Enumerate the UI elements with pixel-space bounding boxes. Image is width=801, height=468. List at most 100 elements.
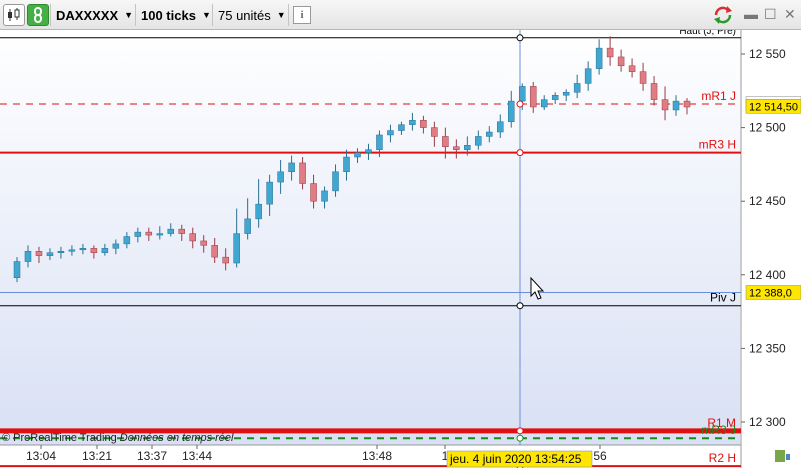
candle-body — [497, 121, 504, 133]
candlestick-icon — [8, 8, 20, 21]
chain-link-icon — [34, 7, 42, 23]
candle-body — [310, 183, 317, 202]
info-button[interactable]: i — [293, 3, 311, 27]
candle-body — [35, 250, 43, 256]
footer: © ProRealTime Trading Données en temps r… — [2, 432, 233, 444]
crosshair-marker — [516, 149, 524, 157]
candlestick-mode-button[interactable] — [3, 3, 25, 27]
candle-body — [233, 233, 240, 264]
candle-body — [189, 233, 196, 242]
minimize-icon: ▬ — [744, 6, 758, 22]
candle-body — [13, 261, 21, 278]
crosshair-marker — [516, 427, 524, 435]
settings-icon — [775, 450, 790, 462]
candle-body — [57, 250, 65, 253]
candle-body — [398, 124, 405, 131]
realtime-label: Données en temps réel — [119, 432, 234, 444]
candle-body — [420, 119, 427, 128]
candle-body — [68, 249, 76, 252]
link-chain-button[interactable] — [27, 3, 49, 27]
candle-body — [508, 100, 515, 122]
toolbar-separator — [135, 4, 136, 26]
candle-body — [178, 228, 186, 234]
toolbar-separator — [50, 4, 51, 26]
interval-label: 100 ticks — [141, 7, 196, 23]
pivot-level-label: Haut (J, Pré) — [679, 30, 736, 37]
crosshair-marker — [516, 34, 524, 42]
candle-body — [255, 203, 262, 220]
info-icon: i — [293, 6, 311, 24]
units-label: 75 unités — [218, 7, 271, 23]
candle-body — [167, 228, 175, 234]
candle-body — [145, 231, 153, 236]
refresh-icon — [714, 6, 732, 24]
instrument-selector[interactable]: DAXXXXX ▼ — [52, 3, 135, 27]
candle-body — [540, 99, 548, 108]
toolbar: DAXXXXX ▼ 100 ticks ▼ 75 unités ▼ i ▬ ☐ … — [0, 0, 801, 30]
candle-body — [486, 131, 493, 137]
minimize-button[interactable]: ▬ — [744, 6, 758, 22]
candle-body — [431, 127, 438, 137]
candle-body — [453, 146, 460, 150]
price-tick-label: 12 500 — [749, 121, 786, 135]
candle-body — [222, 256, 229, 264]
candle-body — [562, 92, 570, 96]
chevron-down-icon: ▼ — [124, 10, 134, 20]
candle-body — [628, 65, 636, 72]
candle-body — [464, 145, 471, 150]
candle-body — [606, 47, 614, 58]
candle-body — [639, 71, 647, 84]
candle-body — [551, 94, 559, 100]
instrument-label: DAXXXXX — [56, 7, 119, 23]
time-tick-label: 56 — [593, 449, 607, 463]
candle-body — [24, 250, 32, 262]
interval-selector[interactable]: 100 ticks ▼ — [137, 3, 212, 27]
candle-body — [595, 47, 603, 69]
candle-body — [277, 171, 284, 183]
crosshair-date-label: jeu. 4 juin 2020 13:54:25 — [449, 452, 582, 466]
candle-body — [650, 83, 658, 100]
pivot-level-label: mR1 J — [701, 89, 736, 103]
crosshair-marker — [516, 302, 524, 310]
time-tick-label: 13:37 — [137, 449, 167, 463]
candle-body — [442, 136, 449, 147]
candle-body — [90, 248, 98, 253]
toolbar-separator — [212, 4, 213, 26]
candle-body — [200, 240, 207, 246]
price-chart[interactable]: 12 300 12 350 12 400 12 450 12 500 12 550 Haut… — [0, 30, 801, 468]
pivot-level-label: mR3 H — [699, 138, 736, 152]
price-label: 12 514,50 — [749, 101, 798, 113]
brand-label: © ProRealTime Trading — [2, 432, 117, 444]
time-tick-label: 13:04 — [26, 449, 56, 463]
time-tick-label: 13:21 — [82, 449, 112, 463]
time-tick-label: 13:44 — [182, 449, 212, 463]
candle-body — [529, 86, 537, 108]
plot-background — [0, 30, 740, 445]
maximize-icon: ☐ — [764, 6, 777, 22]
candle-body — [112, 243, 120, 249]
refresh-button[interactable] — [712, 5, 734, 28]
candle-body — [573, 83, 581, 93]
close-button[interactable]: ✕ — [784, 6, 796, 23]
price-label: 12 388,0 — [749, 287, 792, 299]
crosshair-marker — [516, 100, 524, 108]
units-selector[interactable]: 75 unités ▼ — [214, 3, 288, 27]
close-icon: ✕ — [784, 6, 796, 22]
price-tick-label: 12 550 — [749, 47, 786, 61]
candle-body — [156, 233, 164, 236]
price-tick-label: 12 300 — [749, 415, 786, 429]
candle-body — [288, 162, 295, 173]
pivot-level-label: mR3 J — [701, 423, 736, 437]
candle-body — [123, 236, 131, 245]
candle-body — [101, 248, 109, 253]
candle-body — [354, 152, 361, 158]
candle-body — [661, 99, 669, 111]
candle-body — [46, 252, 54, 256]
maximize-button[interactable]: ☐ — [764, 6, 777, 23]
candle-body — [134, 231, 142, 237]
crosshair-marker — [516, 434, 524, 442]
candle-body — [387, 130, 394, 136]
candle-body — [266, 181, 273, 205]
candle-body — [475, 136, 482, 146]
pivot-level-label: R2 H — [709, 451, 736, 465]
